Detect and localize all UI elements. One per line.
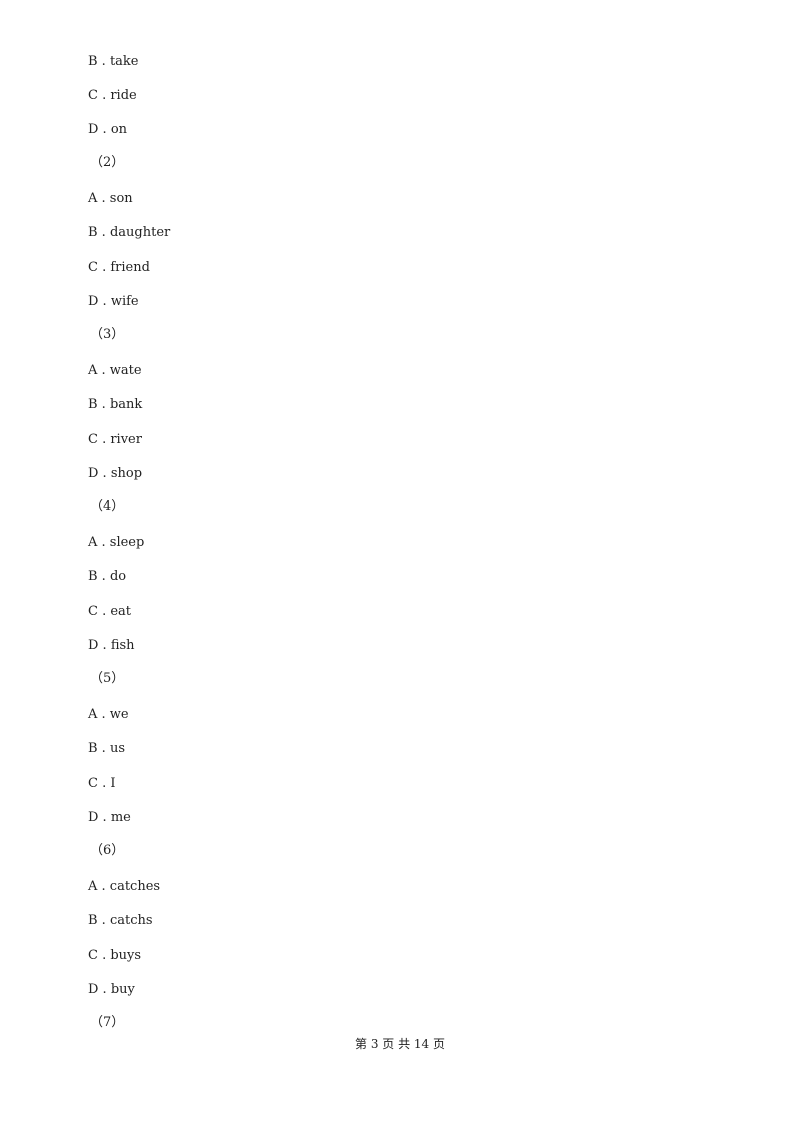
question-number: （2） [90, 155, 125, 170]
answer-option: C . I [88, 776, 116, 791]
page-footer: 第 3 页 共 14 页 [355, 1037, 445, 1051]
question-number: （5） [90, 671, 125, 686]
answer-option: D . wife [88, 294, 139, 309]
answer-option: D . fish [88, 638, 135, 653]
answer-option: D . on [88, 122, 128, 137]
answer-option: B . daughter [88, 225, 171, 240]
answer-option: A . we [88, 707, 129, 722]
question-number: （4） [90, 499, 125, 514]
answer-option: A . sleep [88, 535, 145, 550]
answer-option: B . catchs [88, 913, 153, 928]
question-number: （7） [90, 1015, 125, 1030]
answer-option: C . ride [88, 88, 137, 103]
question-number: （6） [90, 843, 125, 858]
answer-option: B . bank [88, 397, 143, 412]
answer-option: C . river [88, 432, 142, 447]
answer-option: B . us [88, 741, 125, 756]
question-number: （3） [90, 327, 125, 342]
answer-option: D . me [88, 810, 131, 825]
answer-option: C . eat [88, 604, 132, 619]
answer-option: D . shop [88, 466, 143, 481]
answer-option: C . buys [88, 948, 142, 963]
answer-option: C . friend [88, 260, 150, 275]
answer-option: D . buy [88, 982, 135, 997]
answer-option: B . take [88, 54, 139, 69]
answer-option: A . wate [88, 363, 142, 378]
answer-option: A . catches [88, 879, 161, 894]
answer-option: A . son [88, 191, 133, 206]
answer-option: B . do [88, 569, 127, 584]
